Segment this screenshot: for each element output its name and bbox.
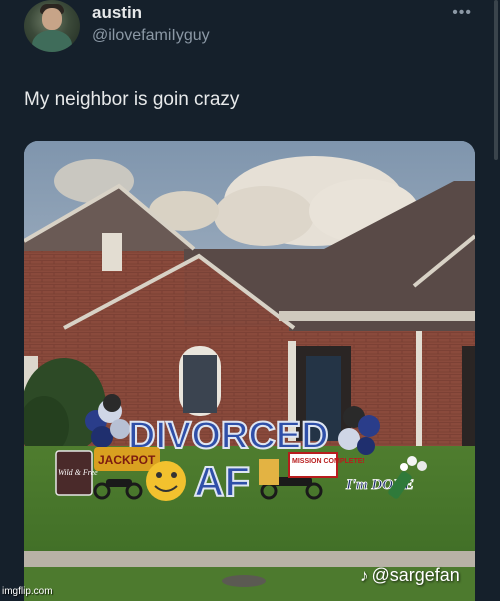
tiktok-icon: ♪ — [360, 565, 369, 585]
user-handle[interactable]: @ilovefamiIyguy — [92, 27, 210, 45]
sign-jackpot: JACKPOT — [98, 453, 156, 467]
imgflip-credit: imgflip.com — [2, 586, 53, 597]
sign-mission: MISSION COMPLETE! — [292, 458, 365, 465]
tweet-text: My neighbor is goin crazy — [24, 89, 240, 110]
more-horizontal-icon[interactable]: ••• — [452, 4, 472, 22]
tweet-card: austin @ilovefamiIyguy ••• My neighbor i… — [0, 0, 500, 601]
sign-af: AF — [194, 458, 250, 505]
tiktok-watermark: ♪ @sargefan — [360, 565, 460, 586]
display-name[interactable]: austin — [92, 3, 142, 23]
scrollbar[interactable] — [494, 0, 498, 160]
sign-wild: Wild & Free — [58, 468, 98, 477]
tweet-photo[interactable]: DIVORCED AF JACKPOT Wild & Free MISSION … — [24, 141, 475, 601]
watermark-text: @sargefan — [371, 565, 460, 585]
avatar[interactable] — [24, 0, 80, 52]
